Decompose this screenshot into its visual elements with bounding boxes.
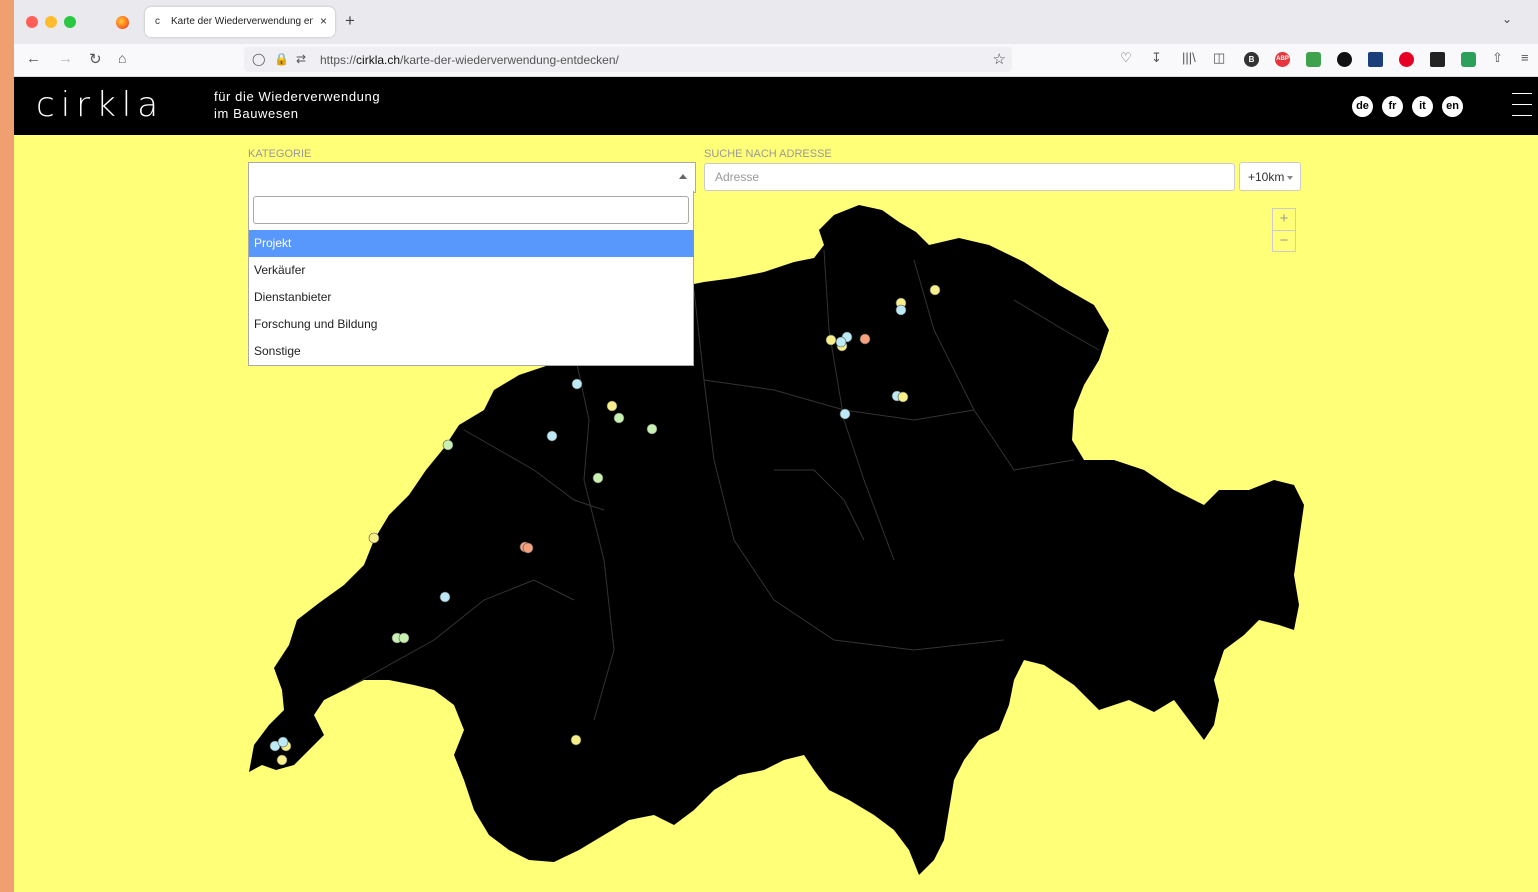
shield-extension-icon[interactable] (1306, 52, 1321, 67)
permissions-icon[interactable]: ⇄ (296, 52, 306, 66)
research-marker[interactable] (859, 333, 871, 345)
project-marker[interactable] (368, 532, 380, 544)
service-marker[interactable] (646, 423, 658, 435)
bookmark-star-icon[interactable]: ☆ (993, 50, 1006, 68)
seller-marker[interactable] (835, 336, 847, 348)
option-projekt[interactable]: Projekt (249, 230, 694, 257)
language-it-button[interactable]: it (1412, 96, 1433, 117)
service-marker[interactable] (592, 472, 604, 484)
service-marker[interactable] (398, 632, 410, 644)
seller-marker[interactable] (895, 304, 907, 316)
language-de-button[interactable]: de (1352, 96, 1373, 117)
home-icon[interactable]: ⌂ (118, 50, 126, 66)
seller-marker[interactable] (839, 408, 851, 420)
zoom-in-button[interactable]: + (1273, 209, 1295, 231)
category-label: KATEGORIE (248, 148, 312, 160)
firefox-icon (116, 16, 129, 29)
project-marker[interactable] (276, 754, 288, 766)
radius-value: +10km (1248, 170, 1285, 184)
tab-close-icon[interactable]: × (320, 14, 327, 28)
option-verkaeufer[interactable]: Verkäufer (249, 257, 694, 284)
service-marker[interactable] (613, 412, 625, 424)
tab-title: Karte der Wiederverwendung en (171, 16, 313, 27)
map-zoom-control: + − (1272, 208, 1296, 252)
address-input[interactable] (704, 163, 1235, 191)
adblock-plus-icon[interactable]: ABP (1275, 52, 1290, 67)
tagline-line-1: für die Wiederverwendung (214, 89, 381, 104)
switzerland-map[interactable] (14, 135, 1538, 892)
service-marker[interactable] (442, 439, 454, 451)
select-arrow-up-icon (679, 174, 687, 179)
close-window-button[interactable] (26, 16, 38, 28)
seller-marker[interactable] (546, 430, 558, 442)
lock-icon[interactable]: 🔒 (274, 52, 289, 66)
reader-view-icon[interactable]: ◫ (1213, 50, 1225, 66)
address-search-label: SUCHE NACH ADRESSE (704, 148, 832, 160)
cirkla-logo[interactable]: cirkla (36, 87, 164, 123)
tab-strip: c Karte der Wiederverwendung en × + ⌄ (14, 0, 1538, 44)
extension-b-icon[interactable]: B (1244, 52, 1259, 67)
option-forschung-und-bildung[interactable]: Forschung und Bildung (249, 311, 694, 338)
site-tagline: für die Wiederverwendung im Bauwesen (214, 88, 380, 122)
option-sonstige[interactable]: Sonstige (249, 338, 694, 365)
library-icon[interactable]: |||\ (1182, 50, 1196, 65)
minimize-window-button[interactable] (45, 16, 57, 28)
pocket-icon[interactable]: ♡ (1120, 50, 1132, 66)
extension-grid-icon[interactable] (1368, 52, 1383, 67)
extension-circle-icon[interactable] (1337, 52, 1352, 67)
reload-icon[interactable]: ↻ (89, 50, 102, 68)
share-icon[interactable]: ⇧ (1492, 50, 1503, 66)
language-fr-button[interactable]: fr (1382, 96, 1403, 117)
seller-marker[interactable] (439, 591, 451, 603)
zoom-out-button[interactable]: − (1273, 231, 1295, 252)
zoom-window-button[interactable] (64, 16, 76, 28)
project-marker[interactable] (897, 391, 909, 403)
tracking-shield-icon[interactable]: ◯ (252, 52, 265, 66)
downloads-icon[interactable]: ↧ (1151, 50, 1162, 66)
radius-select[interactable]: +10km (1239, 162, 1301, 191)
category-select[interactable] (248, 162, 696, 193)
site-header: cirkla für die Wiederverwendung im Bauwe… (14, 77, 1538, 135)
project-marker[interactable] (929, 284, 941, 296)
seller-marker[interactable] (571, 378, 583, 390)
category-dropdown: Projekt Verkäufer Dienstanbieter Forschu… (248, 191, 694, 366)
forward-arrow-icon[interactable]: → (58, 50, 73, 67)
back-arrow-icon[interactable]: ← (26, 50, 41, 67)
seller-marker[interactable] (277, 736, 289, 748)
language-en-button[interactable]: en (1442, 96, 1463, 117)
tagline-line-2: im Bauwesen (214, 106, 299, 121)
research-marker[interactable] (522, 542, 534, 554)
project-marker[interactable] (606, 400, 618, 412)
address-bar[interactable]: ◯ 🔒 ⇄ https://cirkla.ch/karte-der-wieder… (244, 47, 1012, 72)
extension-w-icon[interactable] (1430, 52, 1445, 67)
site-favicon-icon: c (155, 16, 160, 27)
navigation-toolbar: ← → ↻ ⌂ ◯ 🔒 ⇄ https://cirkla.ch/karte-de… (14, 44, 1538, 98)
list-all-tabs-chevron-icon[interactable]: ⌄ (1502, 12, 1512, 26)
caret-down-icon (1287, 176, 1293, 180)
menu-icon[interactable]: ≡ (1521, 50, 1529, 65)
project-marker[interactable] (825, 334, 837, 346)
project-marker[interactable] (570, 734, 582, 746)
dropdown-search-input[interactable] (253, 196, 689, 224)
new-tab-button[interactable]: + (345, 11, 355, 31)
bitwarden-icon[interactable] (1461, 52, 1476, 67)
url-text[interactable]: https://cirkla.ch/karte-der-wiederverwen… (320, 53, 619, 67)
option-dienstanbieter[interactable]: Dienstanbieter (249, 284, 694, 311)
hamburger-menu-icon[interactable] (1512, 93, 1532, 117)
browser-tab[interactable]: c Karte der Wiederverwendung en × (145, 7, 335, 37)
pinterest-icon[interactable] (1399, 52, 1414, 67)
browser-window: c Karte der Wiederverwendung en × + ⌄ ← … (14, 0, 1538, 892)
